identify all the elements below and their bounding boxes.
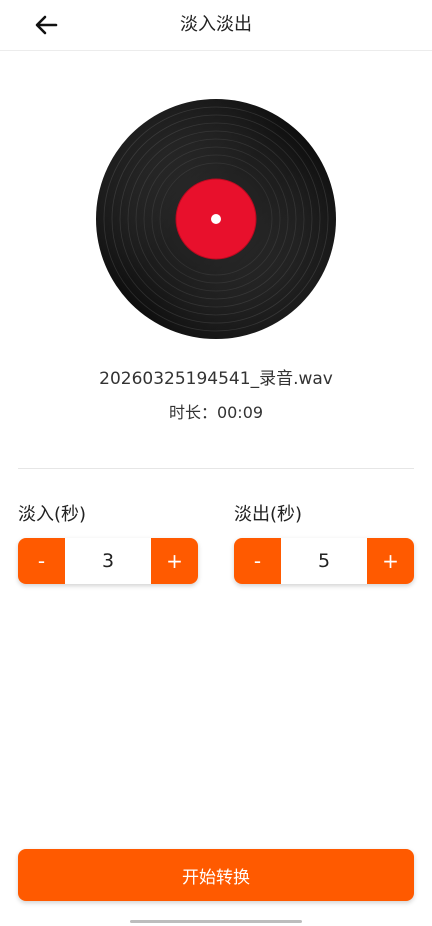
fade-out-increase-button[interactable]: + (367, 538, 414, 584)
app-header: 淡入淡出 (0, 0, 432, 51)
fade-in-label: 淡入(秒) (18, 504, 87, 525)
fade-out-value[interactable]: 5 (281, 538, 367, 584)
fade-in-decrease-button[interactable]: - (18, 538, 65, 584)
fade-out-decrease-button[interactable]: - (234, 538, 281, 584)
fade-in-increase-button[interactable]: + (151, 538, 198, 584)
file-name: 20260325194541_录音.wav (99, 369, 333, 389)
home-indicator[interactable] (130, 920, 302, 923)
start-convert-button[interactable]: 开始转换 (18, 849, 414, 901)
file-duration: 时长：00:09 (168, 403, 264, 422)
vinyl-record-icon (96, 99, 336, 339)
page-title: 淡入淡出 (180, 14, 252, 35)
fade-out-stepper: - 5 + (234, 538, 414, 584)
section-divider (18, 468, 414, 469)
fade-in-value[interactable]: 3 (65, 538, 151, 584)
fade-in-stepper: - 3 + (18, 538, 198, 584)
fade-out-label: 淡出(秒) (234, 504, 303, 525)
